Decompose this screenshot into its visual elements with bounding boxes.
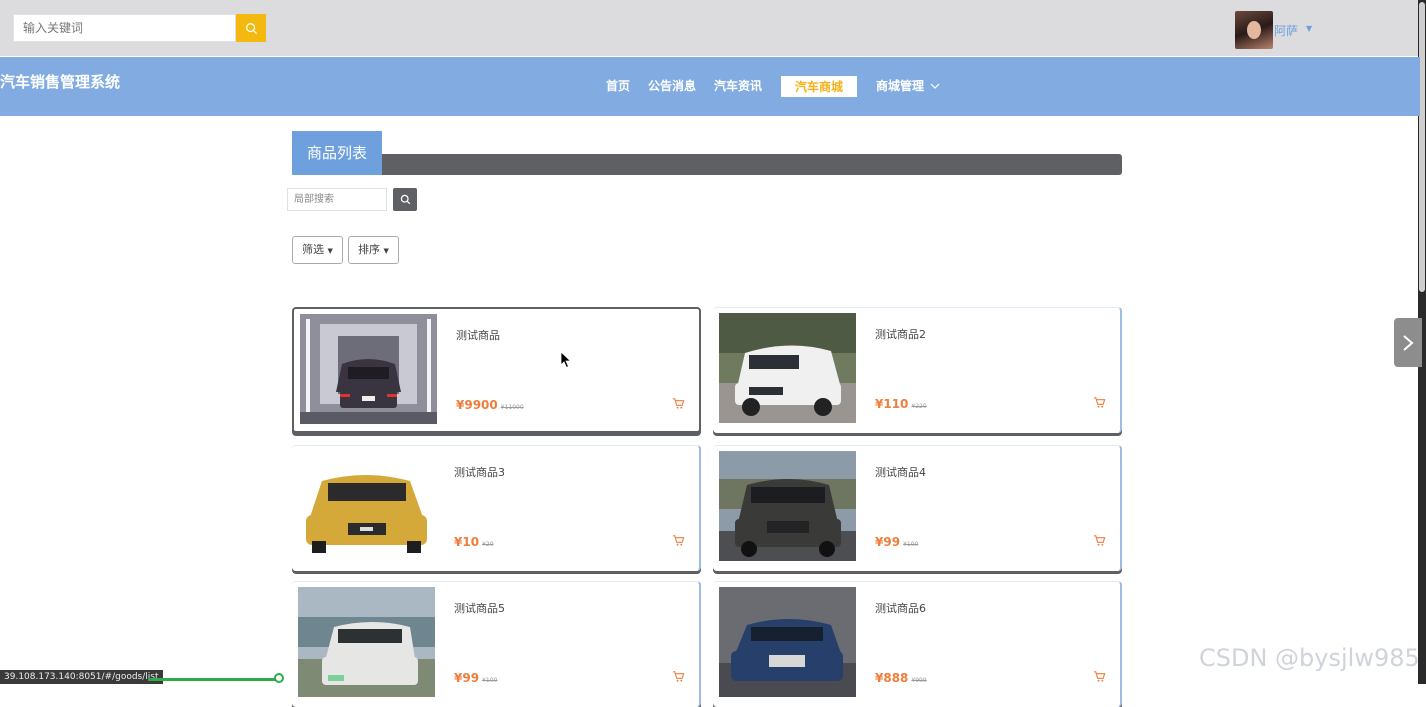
product-image[interactable]	[719, 313, 856, 423]
filter-label: 筛选	[302, 243, 324, 256]
product-image[interactable]	[719, 451, 856, 561]
site-title: 汽车销售管理系统	[0, 73, 121, 91]
nav-item-home[interactable]: 首页	[606, 77, 630, 94]
local-search-button[interactable]	[393, 188, 417, 211]
product-image[interactable]	[719, 587, 856, 697]
nav-item-mall-management[interactable]: 商城管理	[876, 77, 940, 94]
product-price: ¥110 ¥220	[875, 397, 927, 411]
product-name[interactable]: 测试商品5	[454, 600, 505, 616]
current-price: ¥99	[875, 535, 901, 549]
caret-down-icon[interactable]: ▼	[1306, 24, 1312, 33]
product-card[interactable]: 测试商品4 ¥99 ¥100	[713, 445, 1122, 571]
product-card[interactable]: 测试商品5 ¥99 ¥100	[292, 581, 701, 707]
original-price: ¥220	[911, 403, 927, 410]
product-image[interactable]	[298, 587, 435, 697]
add-to-cart-button[interactable]	[1093, 394, 1106, 413]
nav-item-notices[interactable]: 公告消息	[648, 77, 696, 94]
shopping-cart-icon	[1093, 671, 1106, 682]
caret-down-icon: ▼	[327, 247, 333, 255]
shopping-cart-icon	[672, 535, 685, 546]
status-bar-url: 39.108.173.140:8051/#/goods/list	[0, 670, 163, 684]
original-price: ¥20	[482, 541, 494, 548]
watermark: CSDN @bysjlw985	[1199, 644, 1420, 672]
product-name[interactable]: 测试商品6	[875, 600, 926, 616]
current-price: ¥10	[454, 535, 480, 549]
product-card[interactable]: 测试商品6 ¥888 ¥999	[713, 581, 1122, 707]
sort-dropdown[interactable]: 排序 ▼	[348, 236, 399, 264]
product-image[interactable]	[300, 314, 437, 424]
username[interactable]: 阿萨	[1274, 22, 1298, 39]
section-title-bar	[382, 154, 1122, 175]
section-title: 商品列表	[292, 131, 382, 175]
nav-item-car-mall[interactable]: 汽车商城	[781, 76, 858, 97]
search-icon	[400, 194, 410, 205]
add-to-cart-button[interactable]	[672, 668, 685, 687]
product-price: ¥99 ¥100	[875, 535, 918, 549]
original-price: ¥100	[903, 541, 919, 548]
current-price: ¥888	[875, 671, 909, 685]
original-price: ¥100	[482, 677, 498, 684]
product-price: ¥9900 ¥11000	[456, 398, 524, 412]
product-price: ¥888 ¥999	[875, 671, 927, 685]
original-price: ¥999	[911, 677, 927, 684]
local-search-input[interactable]: 局部搜索	[287, 188, 387, 211]
product-name[interactable]: 测试商品2	[875, 326, 926, 342]
filter-dropdown[interactable]: 筛选 ▼	[292, 236, 343, 264]
product-name[interactable]: 测试商品	[456, 327, 500, 343]
next-panel-button[interactable]	[1394, 318, 1422, 367]
chevron-right-icon	[1403, 334, 1414, 351]
add-to-cart-button[interactable]	[1093, 668, 1106, 687]
current-price: ¥99	[454, 671, 480, 685]
current-price: ¥110	[875, 397, 909, 411]
add-to-cart-button[interactable]	[672, 395, 685, 414]
chevron-down-icon	[930, 83, 940, 89]
nav-item-news[interactable]: 汽车资讯	[714, 77, 762, 94]
nav-item-mall-management-label: 商城管理	[876, 79, 925, 93]
product-name[interactable]: 测试商品3	[454, 464, 505, 480]
shopping-cart-icon	[1093, 397, 1106, 408]
mouse-cursor-icon	[560, 351, 572, 369]
caret-down-icon: ▼	[383, 247, 389, 255]
sort-label: 排序	[358, 243, 380, 256]
original-price: ¥11000	[500, 404, 524, 411]
search-button[interactable]	[236, 14, 266, 42]
search-icon	[245, 22, 257, 34]
loading-progress-handle	[274, 673, 284, 683]
product-card[interactable]: 测试商品2 ¥110 ¥220	[713, 307, 1122, 433]
product-card[interactable]: 测试商品 ¥9900 ¥11000	[292, 307, 701, 433]
shopping-cart-icon	[1093, 535, 1106, 546]
product-price: ¥99 ¥100	[454, 671, 497, 685]
shopping-cart-icon	[672, 671, 685, 682]
search-input[interactable]: 输入关键词	[13, 14, 236, 42]
current-price: ¥9900	[456, 398, 498, 412]
product-card[interactable]: 测试商品3 ¥10 ¥20	[292, 445, 701, 571]
product-image[interactable]	[298, 451, 435, 561]
nav-bar: 汽车销售管理系统 首页 公告消息 汽车资讯 汽车商城 商城管理	[0, 57, 1420, 116]
loading-progress-bar	[148, 678, 278, 681]
top-bar: 输入关键词 阿萨 ▼	[0, 0, 1426, 56]
product-name[interactable]: 测试商品4	[875, 464, 926, 480]
add-to-cart-button[interactable]	[1093, 532, 1106, 551]
product-price: ¥10 ¥20	[454, 535, 494, 549]
avatar[interactable]	[1235, 11, 1273, 49]
add-to-cart-button[interactable]	[672, 532, 685, 551]
shopping-cart-icon	[672, 398, 685, 409]
